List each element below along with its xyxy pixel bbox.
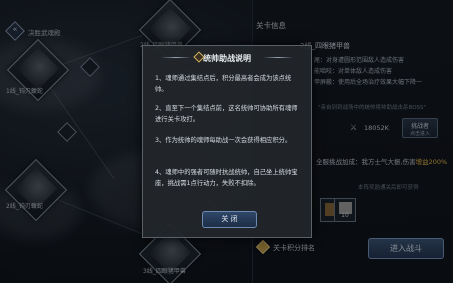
rule-item: 1、魂师通过集结点后，积分最高者会成为该点统帅。 [155,75,292,93]
rule-item: 4、魂师中的强者可随时抗战统帅，自己坐上统帅宝座，挑战需1点行动力，失败不扣除。 [155,169,298,187]
rule-item: 3、作为统帅的魂师每助战一次会获得相应积分。 [155,137,292,144]
divider [161,57,191,58]
divider [263,57,293,58]
commander-assist-dialog: 统帅助战说明 1、魂师通过集结点后，积分最高者会成为该点统帅。 2、直至下一个集… [142,45,312,238]
dialog-header: 统帅助战说明 [143,46,311,70]
close-button[interactable]: 关 闭 [202,211,257,228]
dialog-title: 统帅助战说明 [203,54,251,63]
rule-item: 2、直至下一个集结点前，这名统帅可协助所有魂师进行关卡攻打。 [155,105,298,123]
